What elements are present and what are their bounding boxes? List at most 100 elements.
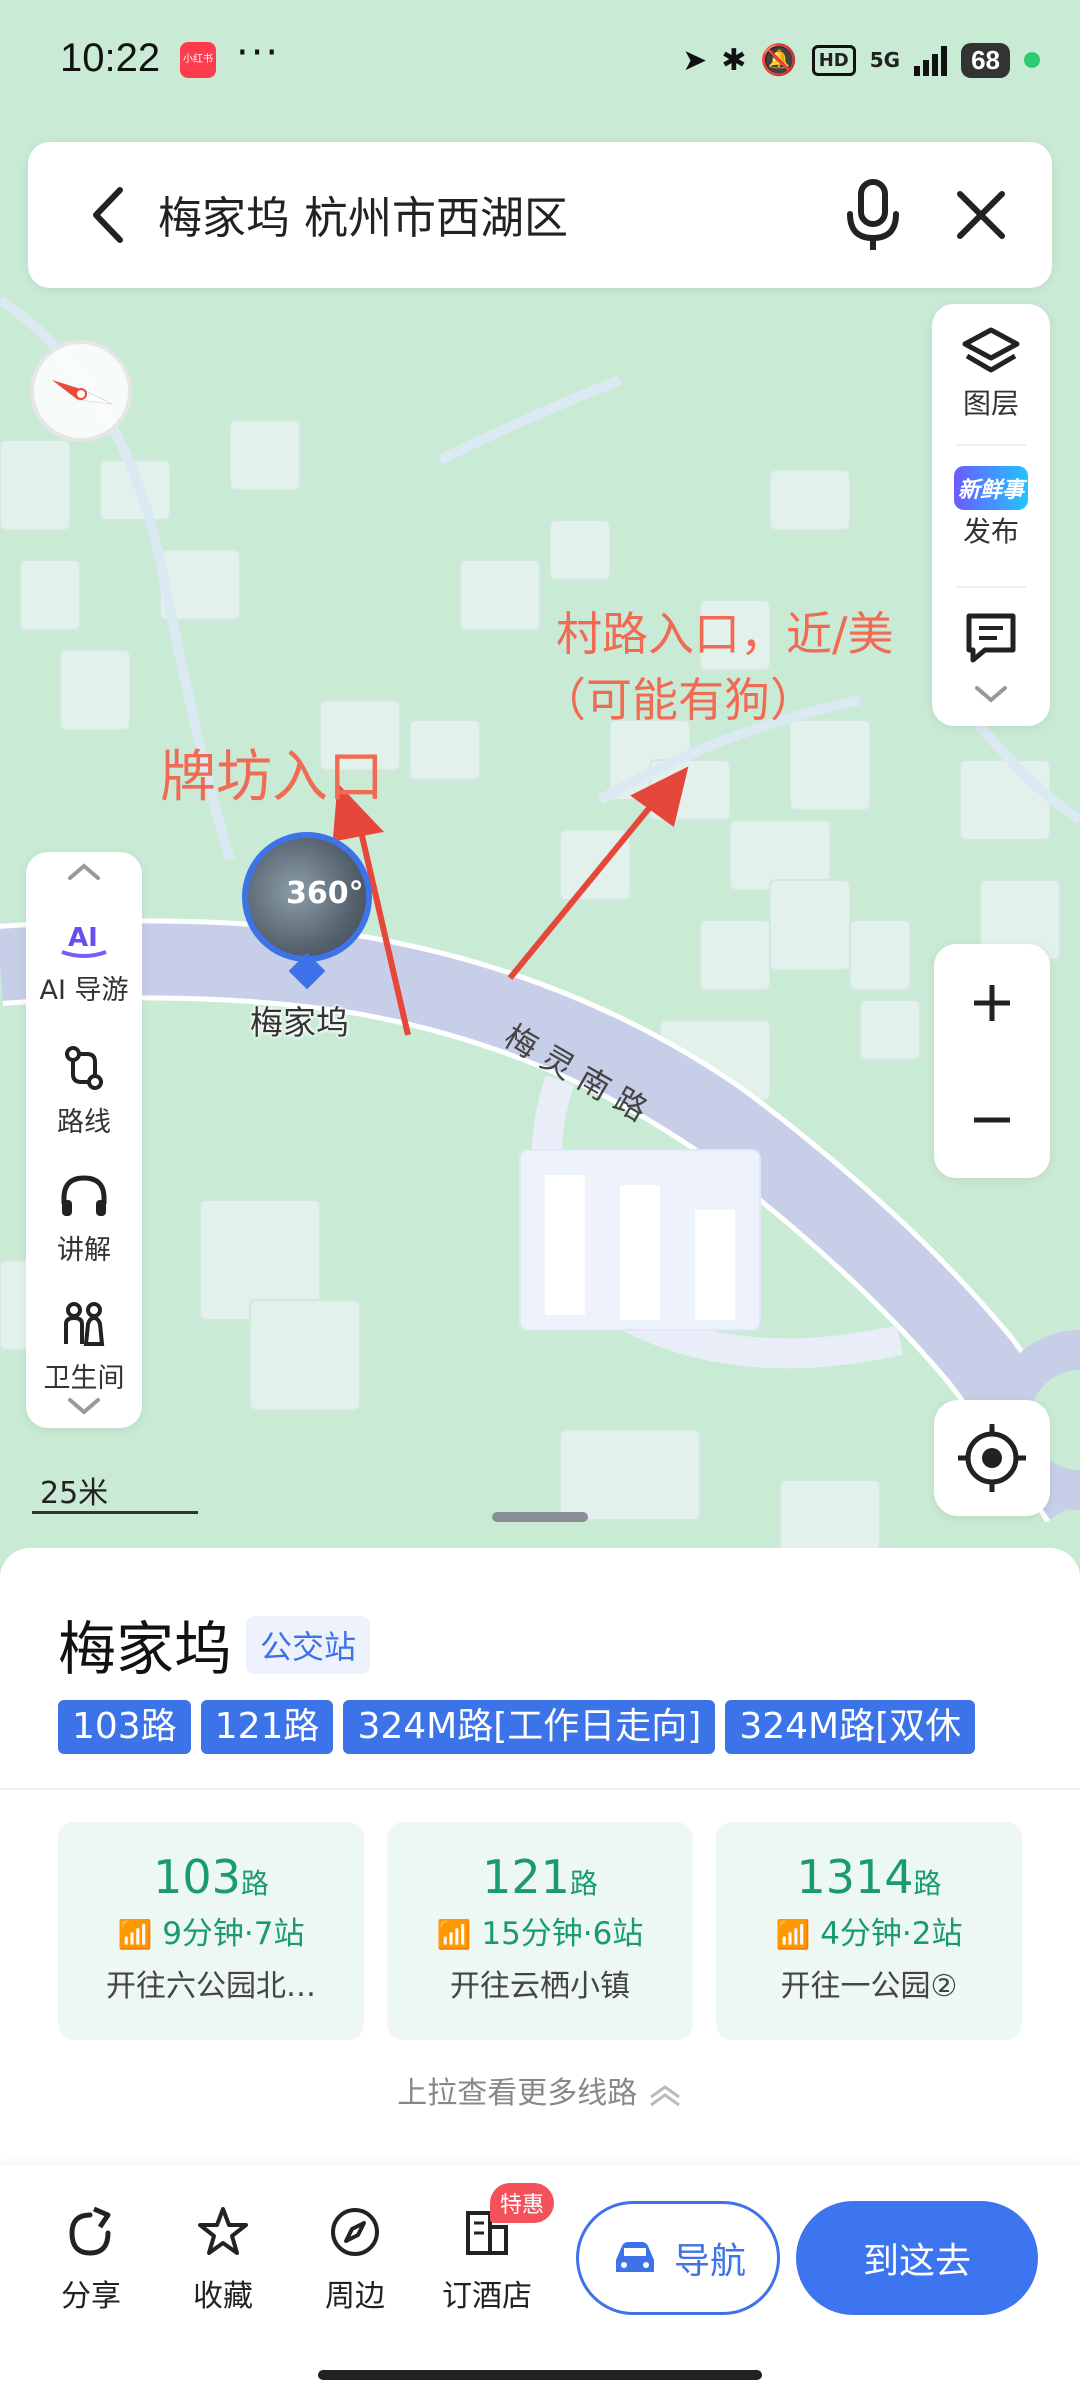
bus-direction: 开往一公园② <box>780 1969 958 2004</box>
ai-guide-icon: AI <box>61 923 107 958</box>
hotel-label: 订酒店 <box>442 2279 532 2314</box>
crosshair-icon <box>958 1424 1026 1492</box>
compass-button[interactable] <box>30 340 132 442</box>
close-icon[interactable] <box>948 182 1014 248</box>
route-chip[interactable]: 324M路[双休 <box>725 1700 976 1754</box>
bus-direction: 开往云栖小镇 <box>450 1969 630 2004</box>
feature-panel: AI AI 导游 路线 讲解 卫生间 <box>26 852 142 1428</box>
signal-strength-icon <box>914 44 948 76</box>
map-tools-panel: 图层 新鲜事 发布 <box>932 304 1050 726</box>
nearby-button[interactable]: 周边 <box>300 2205 410 2315</box>
toilet-button[interactable]: 卫生间 <box>26 1300 142 1395</box>
privacy-indicator-dot <box>1024 52 1040 68</box>
action-bar: 分享 收藏 周边 订酒店 特惠 导航 到这去 <box>0 2165 1080 2403</box>
sheet-drag-handle[interactable] <box>492 1512 588 1522</box>
layers-button[interactable]: 图层 <box>932 326 1050 422</box>
layers-label: 图层 <box>962 387 1019 420</box>
poi-label[interactable]: 梅家坞 <box>250 996 349 1044</box>
scale-label: 25米 <box>40 1476 109 1511</box>
place-type-tag: 公交站 <box>246 1616 371 1674</box>
chevron-up-double-icon <box>649 2084 680 2106</box>
zoom-controls <box>934 944 1050 1178</box>
car-icon <box>615 2242 654 2272</box>
favorite-button[interactable]: 收藏 <box>168 2205 278 2315</box>
bus-line-number: 103路 <box>58 1850 364 1904</box>
compass-nearby-icon <box>331 2208 379 2256</box>
go-here-label: 到这去 <box>862 2241 971 2282</box>
svg-text:AI: AI <box>68 923 98 953</box>
ai-guide-label: AI 导游 <box>39 975 129 1006</box>
home-indicator[interactable] <box>318 2370 762 2380</box>
realtime-signal-icon: 📶 <box>117 1918 153 1951</box>
route-chip[interactable]: 324M路[工作日走向] <box>343 1700 716 1754</box>
bus-line-card[interactable]: 103路 📶 9分钟·7站 开往六公园北… <box>58 1822 364 2040</box>
hotel-deal-badge: 特惠 <box>490 2183 555 2223</box>
route-chip-list: 103路 121路 324M路[工作日走向] 324M路[双休 <box>58 1700 1078 1754</box>
bluetooth-icon: ✱ <box>721 42 747 78</box>
nearby-label: 周边 <box>325 2279 385 2314</box>
go-here-button[interactable]: 到这去 <box>796 2201 1038 2315</box>
status-time: 10:22 <box>60 36 161 80</box>
bus-number: 103 <box>153 1850 241 1904</box>
message-icon <box>966 613 1016 663</box>
route-label: 路线 <box>57 1107 111 1138</box>
more-lines-hint[interactable]: 上拉查看更多线路 <box>0 2068 1080 2112</box>
plus-icon <box>974 984 1010 1021</box>
bus-line-card[interactable]: 1314路 📶 4分钟·2站 开往一公园② <box>716 1822 1022 2040</box>
navigate-button[interactable]: 导航 <box>576 2201 780 2315</box>
ai-guide-button[interactable]: AI AI 导游 <box>26 916 142 1007</box>
expand-panel-button[interactable] <box>932 684 1050 710</box>
publish-button[interactable]: 新鲜事 发布 <box>932 466 1050 550</box>
bus-unit: 路 <box>913 1867 942 1900</box>
layers-icon <box>962 327 1020 373</box>
share-button[interactable]: 分享 <box>36 2205 146 2315</box>
scroll-up-button[interactable] <box>26 860 142 886</box>
bus-eta: 9分钟·7站 <box>162 1916 305 1952</box>
navigate-label: 导航 <box>673 2241 746 2282</box>
scroll-down-button[interactable] <box>26 1396 142 1428</box>
bus-eta: 15分钟·6站 <box>481 1916 644 1952</box>
zoom-in-button[interactable] <box>934 944 1050 1061</box>
streetview-360-label: 360° <box>286 876 364 911</box>
share-icon <box>69 2206 111 2256</box>
explain-label: 讲解 <box>57 1235 111 1266</box>
toilet-label: 卫生间 <box>43 1363 125 1394</box>
route-icon <box>65 1046 103 1090</box>
bus-eta: 4分钟·2站 <box>820 1916 963 1952</box>
chevron-down-icon <box>975 686 1007 703</box>
annotation-archway-entrance: 牌坊入口 <box>160 745 384 810</box>
bus-unit: 路 <box>569 1867 598 1900</box>
realtime-signal-icon: 📶 <box>775 1918 811 1951</box>
more-notifications-icon: ··· <box>236 30 281 76</box>
feedback-button[interactable] <box>932 610 1050 668</box>
back-arrow-icon[interactable] <box>80 182 140 248</box>
bus-number: 1314 <box>796 1850 914 1904</box>
bus-number: 121 <box>482 1850 570 1904</box>
hd-icon: HD <box>811 44 856 76</box>
zoom-out-button[interactable] <box>934 1061 1050 1178</box>
divider <box>0 1788 1080 1790</box>
locate-me-button[interactable] <box>934 1400 1050 1516</box>
chevron-down-icon <box>68 1398 100 1415</box>
favorite-label: 收藏 <box>193 2279 253 2314</box>
annotation-village-entrance-line1: 村路入口，近/美 <box>556 607 894 661</box>
bus-line-card[interactable]: 121路 📶 15分钟·6站 开往云栖小镇 <box>387 1822 693 2040</box>
network-type: 5G <box>869 48 901 72</box>
xiaohongshu-app-icon: 小红书 <box>180 42 216 78</box>
star-icon <box>198 2207 248 2255</box>
map-scale: 25米 <box>32 1468 198 1514</box>
search-query-text[interactable]: 梅家坞 杭州市西湖区 <box>158 182 568 246</box>
route-chip[interactable]: 103路 <box>58 1700 191 1754</box>
bus-unit: 路 <box>240 1867 269 1900</box>
bus-direction: 开往六公园北… <box>106 1969 316 2004</box>
route-button[interactable]: 路线 <box>26 1044 142 1139</box>
explain-button[interactable]: 讲解 <box>26 1172 142 1267</box>
realtime-signal-icon: 📶 <box>436 1918 472 1951</box>
route-chip[interactable]: 121路 <box>200 1700 334 1754</box>
bus-line-number: 121路 <box>387 1850 693 1904</box>
more-lines-label: 上拉查看更多线路 <box>397 2076 638 2111</box>
search-bar[interactable]: 梅家坞 杭州市西湖区 <box>28 142 1052 288</box>
location-arrow-icon: ➤ <box>682 42 708 78</box>
streetview-360-badge[interactable]: 360° <box>242 832 372 962</box>
microphone-icon[interactable] <box>838 176 908 256</box>
